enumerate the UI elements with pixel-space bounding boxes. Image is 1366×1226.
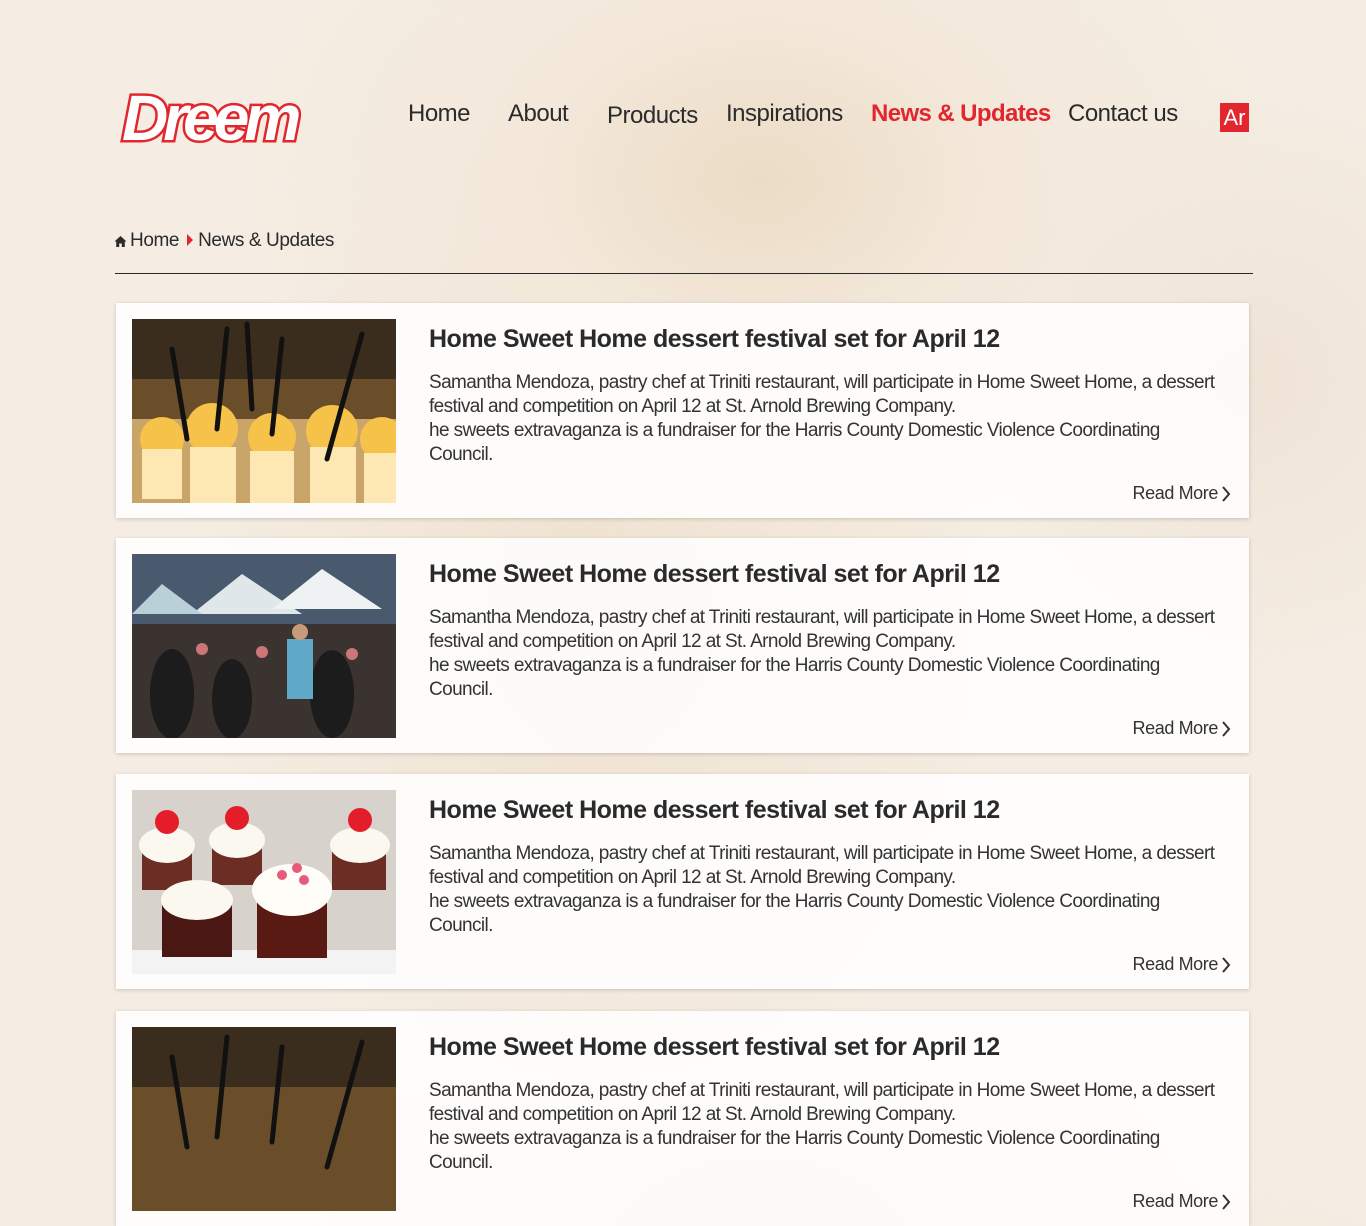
read-more-link[interactable]: Read More	[1133, 954, 1231, 975]
article-card: Home Sweet Home dessert festival set for…	[116, 303, 1249, 518]
article-card: Home Sweet Home dessert festival set for…	[116, 774, 1249, 989]
read-more-label: Read More	[1132, 718, 1219, 738]
breadcrumb-divider	[115, 273, 1253, 274]
article-title[interactable]: Home Sweet Home dessert festival set for…	[429, 325, 1000, 354]
article-paragraph: Samantha Mendoza, pastry chef at Triniti…	[429, 843, 1215, 888]
chevron-right-icon	[1222, 956, 1231, 973]
article-paragraph: he sweets extravaganza is a fundraiser f…	[429, 891, 1160, 936]
cupcakes-photo[interactable]	[132, 790, 396, 974]
read-more-label: Read More	[1132, 483, 1219, 503]
breadcrumb-home[interactable]: Home	[130, 230, 179, 252]
language-toggle-button[interactable]: Ar	[1220, 103, 1249, 132]
chevron-right-icon	[1222, 1193, 1231, 1210]
read-more-link[interactable]: Read More	[1133, 483, 1231, 504]
svg-text:Dreem: Dreem	[122, 82, 299, 148]
article-title[interactable]: Home Sweet Home dessert festival set for…	[429, 1033, 1000, 1062]
article-card: Home Sweet Home dessert festival set for…	[116, 1011, 1249, 1226]
breadcrumb: Home News & Updates	[114, 230, 334, 252]
home-icon	[114, 235, 127, 247]
article-paragraph: he sweets extravaganza is a fundraiser f…	[429, 1128, 1160, 1173]
nav-inspirations[interactable]: Inspirations	[726, 100, 843, 128]
article-title[interactable]: Home Sweet Home dessert festival set for…	[429, 560, 1000, 589]
chevron-right-icon	[1222, 485, 1231, 502]
nav-news-updates[interactable]: News & Updates	[871, 100, 1051, 128]
article-card: Home Sweet Home dessert festival set for…	[116, 538, 1249, 753]
article-title[interactable]: Home Sweet Home dessert festival set for…	[429, 796, 1000, 825]
article-excerpt: Samantha Mendoza, pastry chef at Triniti…	[429, 606, 1219, 702]
nav-contact-us[interactable]: Contact us	[1068, 100, 1178, 128]
read-more-label: Read More	[1132, 954, 1219, 974]
article-paragraph: Samantha Mendoza, pastry chef at Triniti…	[429, 372, 1215, 417]
nav-home[interactable]: Home	[408, 100, 471, 128]
article-paragraph: Samantha Mendoza, pastry chef at Triniti…	[429, 607, 1215, 652]
article-paragraph: Samantha Mendoza, pastry chef at Triniti…	[429, 1080, 1215, 1125]
brand-logo[interactable]: Dreem	[116, 80, 307, 157]
nav-about[interactable]: About	[508, 100, 569, 128]
read-more-link[interactable]: Read More	[1133, 718, 1231, 739]
read-more-label: Read More	[1132, 1191, 1219, 1211]
caret-right-icon	[186, 233, 194, 249]
article-paragraph: he sweets extravaganza is a fundraiser f…	[429, 655, 1160, 700]
nav-products[interactable]: Products	[607, 102, 698, 130]
dessert-cups-photo[interactable]	[132, 1027, 396, 1211]
article-excerpt: Samantha Mendoza, pastry chef at Triniti…	[429, 1079, 1219, 1175]
festival-crowd-photo[interactable]	[132, 554, 396, 738]
chevron-right-icon	[1222, 720, 1231, 737]
article-excerpt: Samantha Mendoza, pastry chef at Triniti…	[429, 842, 1219, 938]
article-excerpt: Samantha Mendoza, pastry chef at Triniti…	[429, 371, 1219, 467]
read-more-link[interactable]: Read More	[1133, 1191, 1231, 1212]
breadcrumb-current: News & Updates	[198, 230, 335, 251]
article-paragraph: he sweets extravaganza is a fundraiser f…	[429, 420, 1160, 465]
dessert-cups-photo[interactable]	[132, 319, 396, 503]
